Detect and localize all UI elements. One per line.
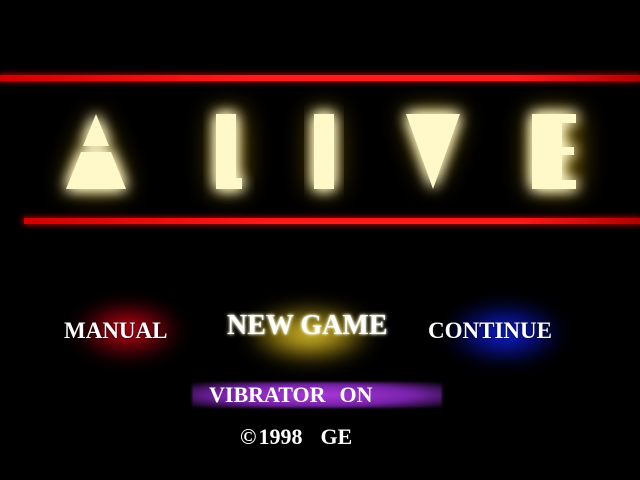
- vibrator-label: VIBRATOR: [209, 382, 326, 407]
- copyright-year: 1998: [258, 424, 303, 449]
- alive-logo-graphic: [64, 112, 578, 190]
- logo-letter-v: [406, 114, 460, 189]
- bottom-red-line: [24, 218, 640, 224]
- copyright-owner: GE: [320, 424, 353, 449]
- copyright-notice: ©1998 GE: [240, 424, 352, 450]
- copyright-symbol: ©: [240, 424, 257, 449]
- new-game-button[interactable]: NEW GAME: [227, 310, 388, 342]
- top-red-line: [0, 75, 640, 81]
- continue-button[interactable]: CONTINUE: [428, 318, 552, 344]
- game-logo: [0, 90, 640, 215]
- vibrator-option[interactable]: VIBRATOR ON: [209, 382, 373, 408]
- manual-button[interactable]: MANUAL: [64, 318, 168, 344]
- logo-letter-i: [314, 114, 334, 189]
- title-screen: MANUAL NEW GAME CONTINUE VIBRATOR ON ©199…: [0, 0, 640, 480]
- vibrator-value[interactable]: ON: [340, 382, 373, 407]
